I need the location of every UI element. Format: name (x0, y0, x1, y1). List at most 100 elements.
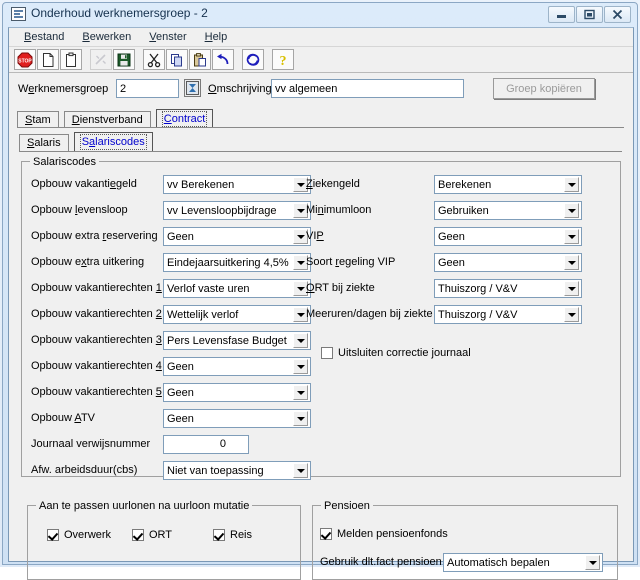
paste-button[interactable] (189, 49, 211, 70)
tab-salariscodes[interactable]: Salariscodes (73, 132, 153, 151)
uurlonen-group-title: Aan te passen uurlonen na uurloon mutati… (36, 500, 253, 512)
combo-opbouw-vakantierechten-3[interactable]: Pers Levensfase Budget (163, 331, 311, 350)
combo-opbouw-vakantierechten-2[interactable]: Wettelijk verlof (163, 305, 311, 324)
menu-bestand[interactable]: BBestandestand (15, 29, 73, 45)
restore-button[interactable] (576, 6, 603, 23)
combo-value: Geen (167, 386, 194, 399)
chevron-down-icon[interactable] (585, 555, 600, 570)
field-label: Opbouw levensloop (31, 204, 128, 216)
chevron-down-icon[interactable] (564, 281, 579, 296)
field-label: Opbouw vakantierechten 2 (31, 308, 162, 320)
combo-opbouw-atv[interactable]: Geen (163, 409, 311, 428)
tab-dienstverband[interactable]: Dienstverband (63, 111, 151, 128)
tab-stam[interactable]: Stam (17, 111, 59, 128)
combo-afw-arbeidsduur[interactable]: Niet van toepassing (163, 461, 311, 480)
combo-value: vv Berekenen (167, 178, 235, 191)
chevron-down-icon[interactable] (564, 229, 579, 244)
checkbox-label: ORT (149, 529, 173, 541)
combo-value: vv Levensloopbijdrage (167, 204, 277, 217)
combo-value: Verlof vaste uren (167, 282, 250, 295)
scissors-button[interactable] (143, 49, 165, 70)
checkbox-box[interactable] (132, 529, 144, 541)
copy-button[interactable] (166, 49, 188, 70)
checkbox-uitsluiten-correctie-journaal[interactable]: Uitsluiten correctie journaal (321, 347, 471, 359)
field-gebruik-dlt-fact-pensioen: Gebruik dlt.fact pensioen Automatisch be… (320, 553, 616, 572)
checkbox-box[interactable] (321, 347, 333, 359)
combo-ziekengeld[interactable]: Berekenen (434, 175, 582, 194)
close-button[interactable] (604, 6, 631, 23)
menu-venster[interactable]: Venster (140, 29, 195, 45)
chevron-down-icon[interactable] (564, 177, 579, 192)
tab-salaris[interactable]: Salaris (19, 134, 69, 151)
combo-ort-bij-ziekte[interactable]: Thuiszorg / V&V (434, 279, 582, 298)
field-opbouw-vakantierechten-4: Opbouw vakantierechten 4 Geen (31, 357, 321, 376)
field-label: Opbouw extra reservering (31, 230, 158, 242)
floppy-save-button[interactable] (113, 49, 135, 70)
combo-gebruik-dlt-fact-pensioen[interactable]: Automatisch bepalen (443, 553, 603, 572)
lookup-icon-button[interactable] (184, 79, 201, 97)
journaal-verwijsnummer-input[interactable]: 0 (163, 435, 249, 454)
checkbox-melden-pensioenfonds[interactable]: Melden pensioenfonds (320, 528, 448, 540)
chevron-down-icon[interactable] (293, 359, 308, 374)
combo-opbouw-extra-uitkering[interactable]: Eindejaarsuitkering 4,5% (163, 253, 311, 272)
combo-soort-regeling-vip[interactable]: Geen (434, 253, 582, 272)
field-opbouw-vakantierechten-2: Opbouw vakantierechten 2 Wettelijk verlo… (31, 305, 321, 324)
chevron-down-icon[interactable] (564, 203, 579, 218)
question-mark-button[interactable]: ? (272, 49, 294, 70)
undo-arrow-button[interactable] (212, 49, 234, 70)
window-controls (547, 6, 631, 23)
chevron-down-icon[interactable] (293, 385, 308, 400)
menu-bewerken[interactable]: Bewerken (73, 29, 140, 45)
chevron-down-icon[interactable] (564, 307, 579, 322)
refresh-button[interactable] (242, 49, 264, 70)
combo-opbouw-levensloop[interactable]: vv Levensloopbijdrage (163, 201, 311, 220)
werknemersgroep-input[interactable] (116, 79, 179, 98)
chevron-down-icon[interactable] (293, 463, 308, 478)
tab-contract[interactable]: Contract (155, 109, 214, 128)
chevron-down-icon[interactable] (293, 333, 308, 348)
combo-value: Geen (438, 256, 465, 269)
field-label: Gebruik dlt.fact pensioen (320, 556, 442, 568)
combo-opbouw-extra-reservering[interactable]: Geen (163, 227, 311, 246)
minimize-button[interactable] (548, 6, 575, 23)
window-list-icon (11, 7, 26, 21)
combo-value: Geen (167, 360, 194, 373)
field-label: Meeruren/dagen bij ziekte (306, 308, 433, 320)
combo-meeruren-dagen-bij-ziekte[interactable]: Thuiszorg / V&V (434, 305, 582, 324)
stop-button[interactable]: STOP (14, 49, 36, 70)
toolbar-separator-3 (235, 49, 242, 70)
field-opbouw-atv: Opbouw ATV Geen (31, 409, 321, 428)
combo-opbouw-vakantierechten-1[interactable]: Verlof vaste uren (163, 279, 311, 298)
combo-opbouw-vakantierechten-5[interactable]: Geen (163, 383, 311, 402)
tabs-primary: Stam Dienstverband Contract (17, 109, 617, 128)
checkbox-label: Reis (230, 529, 253, 541)
field-label: Opbouw ATV (31, 412, 96, 424)
field-opbouw-extra-reservering: Opbouw extra reservering Geen (31, 227, 321, 246)
clipboard-button[interactable] (60, 49, 82, 70)
checkbox-overwerk[interactable]: Overwerk (47, 529, 111, 541)
combo-value: Eindejaarsuitkering 4,5% (167, 256, 289, 269)
checkbox-ort[interactable]: ORT (132, 529, 172, 541)
field-label: Minimumloon (306, 204, 372, 216)
combo-minimumloon[interactable]: Gebruiken (434, 201, 582, 220)
checkbox-box[interactable] (320, 528, 332, 540)
checkbox-label: Uitsluiten correctie journaal (338, 347, 471, 359)
chevron-down-icon[interactable] (564, 255, 579, 270)
menu-bar: BBestandestand Bewerken Venster Help (9, 28, 633, 47)
field-label: Opbouw vakantierechten 1 (31, 282, 162, 294)
checkbox-reis[interactable]: Reis (213, 529, 252, 541)
field-label: Opbouw vakantierechten 3 (31, 334, 162, 346)
omschrijving-input[interactable] (271, 79, 464, 98)
combo-vip[interactable]: Geen (434, 227, 582, 246)
break-link-button (90, 49, 112, 70)
checkbox-box[interactable] (47, 529, 59, 541)
combo-opbouw-vakantiegeld[interactable]: vv Berekenen (163, 175, 311, 194)
combo-value: Geen (167, 230, 194, 243)
omschrijving-label: Omschrijving (208, 83, 272, 95)
combo-opbouw-vakantierechten-4[interactable]: Geen (163, 357, 311, 376)
checkbox-box[interactable] (213, 529, 225, 541)
chevron-down-icon[interactable] (293, 411, 308, 426)
menu-help[interactable]: Help (196, 29, 237, 45)
groep-kopieren-button[interactable]: Groep kopiëren (493, 78, 595, 99)
new-document-button[interactable] (37, 49, 59, 70)
